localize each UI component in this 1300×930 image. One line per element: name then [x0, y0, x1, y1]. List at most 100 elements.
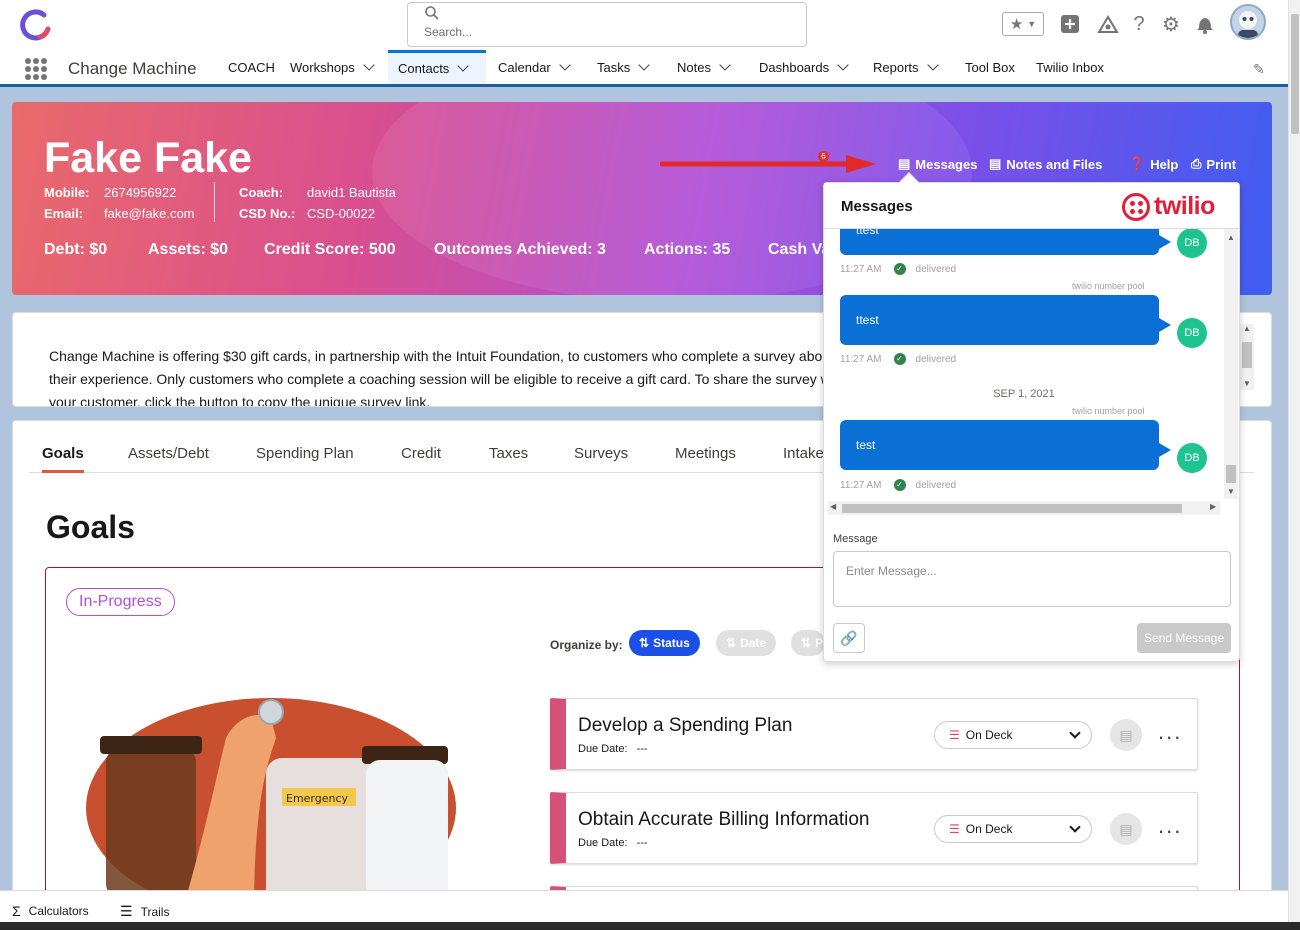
help-icon[interactable]: ? — [1130, 12, 1148, 36]
chevron-down-icon[interactable] — [559, 58, 571, 71]
chevron-down-icon[interactable] — [719, 58, 731, 71]
goal-title[interactable]: Develop a Spending Plan — [578, 715, 792, 737]
global-actions-button[interactable] — [1059, 12, 1081, 36]
nav-item-coach[interactable]: COACH — [218, 50, 285, 84]
stat-actions: Actions: 35 — [644, 241, 731, 258]
goal-notes-icon[interactable]: ▤ — [1110, 813, 1142, 845]
nav-item-calendar[interactable]: Calendar — [488, 50, 579, 84]
send-message-button[interactable]: Send Message — [1137, 623, 1231, 653]
chevron-down-icon[interactable] — [457, 60, 469, 72]
tab-spending-plan[interactable]: Spending Plan — [256, 445, 354, 462]
tab-meetings[interactable]: Meetings — [675, 445, 736, 462]
app-navigation: Change Machine COACH Workshops Contacts … — [0, 50, 1288, 87]
number-pool-label: twilio number pool — [1072, 406, 1145, 416]
chevron-down-icon[interactable] — [638, 58, 650, 71]
favorites-button[interactable]: ★ ▼ — [1002, 12, 1044, 36]
notifications-bell-icon[interactable] — [1194, 12, 1216, 36]
status-pill-in-progress[interactable]: In-Progress — [66, 588, 175, 616]
coach-value: david1 Bautista — [307, 185, 396, 200]
chevron-down-icon[interactable] — [926, 58, 939, 71]
check-circle-icon: ✓ — [893, 353, 906, 365]
notice-scrollbar[interactable]: ▲ ▼ — [1240, 324, 1254, 390]
notes-files-button[interactable]: ▤ Notes and Files — [989, 156, 1102, 172]
trails-button[interactable]: ☰ Trails — [120, 903, 169, 920]
nav-item-contacts[interactable]: Contacts — [388, 50, 486, 84]
gear-icon[interactable]: ⚙ — [1160, 12, 1182, 36]
stat-outcomes: Outcomes Achieved: 3 — [434, 241, 606, 258]
messages-popover-header: Messages twilio — [824, 183, 1239, 229]
add-icon — [1061, 15, 1079, 33]
thread-horizontal-scrollbar[interactable]: ◀ ▶ — [828, 501, 1220, 515]
stat-credit-score: Credit Score: 500 — [264, 241, 396, 258]
tab-credit[interactable]: Credit — [401, 445, 441, 462]
organize-status-button[interactable]: ⇅ Status — [629, 630, 700, 656]
tab-surveys[interactable]: Surveys — [574, 445, 628, 462]
nav-item-dashboards[interactable]: Dashboards — [749, 50, 857, 84]
trailhead-button[interactable] — [1096, 12, 1120, 36]
chevron-down-icon[interactable] — [837, 58, 849, 71]
app-logo-icon[interactable] — [18, 7, 54, 43]
nav-item-notes[interactable]: Notes — [667, 50, 739, 84]
jar-label-emergency: Emergency — [286, 792, 349, 805]
organize-priority-button[interactable]: ⇅ P — [791, 630, 825, 656]
document-icon: ▤ — [989, 156, 1002, 171]
due-date-value: --- — [636, 837, 648, 849]
stat-debt: Debt: $0 — [44, 241, 108, 258]
tab-assets-debt[interactable]: Assets/Debt — [128, 445, 209, 462]
page-scrollbar[interactable] — [1288, 0, 1300, 922]
date-separator: SEP 1, 2021 — [993, 388, 1055, 400]
goal-status-select[interactable]: ☰ On Deck — [934, 721, 1092, 749]
check-circle-icon: ✓ — [893, 263, 906, 275]
message-thread[interactable]: ttest DB 11:27 AM ✓ delivered twilio numbe… — [824, 229, 1239, 499]
chevron-down-icon — [1069, 821, 1081, 833]
printer-icon: ⎙ — [1191, 156, 1202, 171]
message-bubble: test — [840, 420, 1159, 470]
list-icon: ☰ — [949, 728, 960, 742]
twilio-logo-icon — [1122, 192, 1150, 221]
goal-card[interactable]: Develop a Spending Plan Due Date: --- ☰ O… — [550, 698, 1198, 770]
user-avatar[interactable] — [1230, 4, 1266, 40]
tab-taxes[interactable]: Taxes — [489, 445, 528, 462]
nav-item-tasks[interactable]: Tasks — [587, 50, 658, 84]
tab-goals[interactable]: Goals — [42, 445, 84, 473]
nav-item-reports[interactable]: Reports — [863, 50, 947, 84]
message-meta: 11:27 AM ✓ delivered — [840, 353, 957, 365]
messages-button[interactable]: ▤ Messages — [898, 156, 977, 172]
global-search[interactable]: Search... — [407, 2, 807, 47]
message-bubble: ttest — [840, 229, 1159, 255]
more-actions-icon[interactable]: ... — [1158, 815, 1182, 837]
email-label: Email: — [44, 206, 84, 221]
coach-label: Coach: — [239, 185, 284, 200]
tab-intake[interactable]: Intake — [783, 445, 824, 462]
app-launcher-icon[interactable] — [25, 58, 47, 80]
thread-scrollbar[interactable]: ▲ ▼ — [1224, 229, 1238, 499]
mobile-label: Mobile: — [44, 185, 90, 200]
nav-item-twilio-inbox[interactable]: Twilio Inbox — [1026, 50, 1114, 84]
more-actions-icon[interactable]: ... — [1158, 721, 1182, 743]
due-date-label: Due Date: — [578, 837, 628, 849]
nav-item-tool-box[interactable]: Tool Box — [955, 50, 1025, 84]
chevron-down-icon[interactable] — [363, 58, 375, 71]
goal-title[interactable]: Obtain Accurate Billing Information — [578, 809, 870, 831]
global-header: Search... ★ ▼ ? ⚙ — [0, 0, 1288, 50]
messages-icon: ▤ — [898, 156, 911, 171]
messages-popover: Messages twilio ttest DB 11:27 AM ✓ delive… — [823, 172, 1240, 662]
calculators-button[interactable]: Σ Calculators — [12, 903, 89, 919]
paperclip-icon[interactable]: 🔗 — [833, 623, 865, 653]
sender-avatar: DB — [1177, 229, 1207, 258]
goal-status-select[interactable]: ☰ On Deck — [934, 815, 1092, 843]
print-button[interactable]: ⎙ Print — [1191, 156, 1236, 172]
nav-item-workshops[interactable]: Workshops — [280, 50, 383, 84]
search-icon — [425, 6, 439, 20]
goal-notes-icon[interactable]: ▤ — [1110, 719, 1142, 751]
banner-divider — [214, 182, 215, 222]
sender-avatar: DB — [1177, 443, 1207, 473]
message-text: test — [856, 438, 876, 452]
organize-date-button[interactable]: ⇅ Date — [716, 630, 777, 656]
help-button[interactable]: ❓ Help — [1129, 156, 1178, 172]
goal-card[interactable]: Obtain Accurate Billing Information Due … — [550, 792, 1198, 864]
list-icon: ☰ — [120, 903, 133, 919]
edit-nav-pencil-icon[interactable]: ✎ — [1253, 61, 1265, 78]
message-input[interactable]: Enter Message... — [833, 551, 1231, 607]
message-text: ttest — [856, 229, 879, 237]
